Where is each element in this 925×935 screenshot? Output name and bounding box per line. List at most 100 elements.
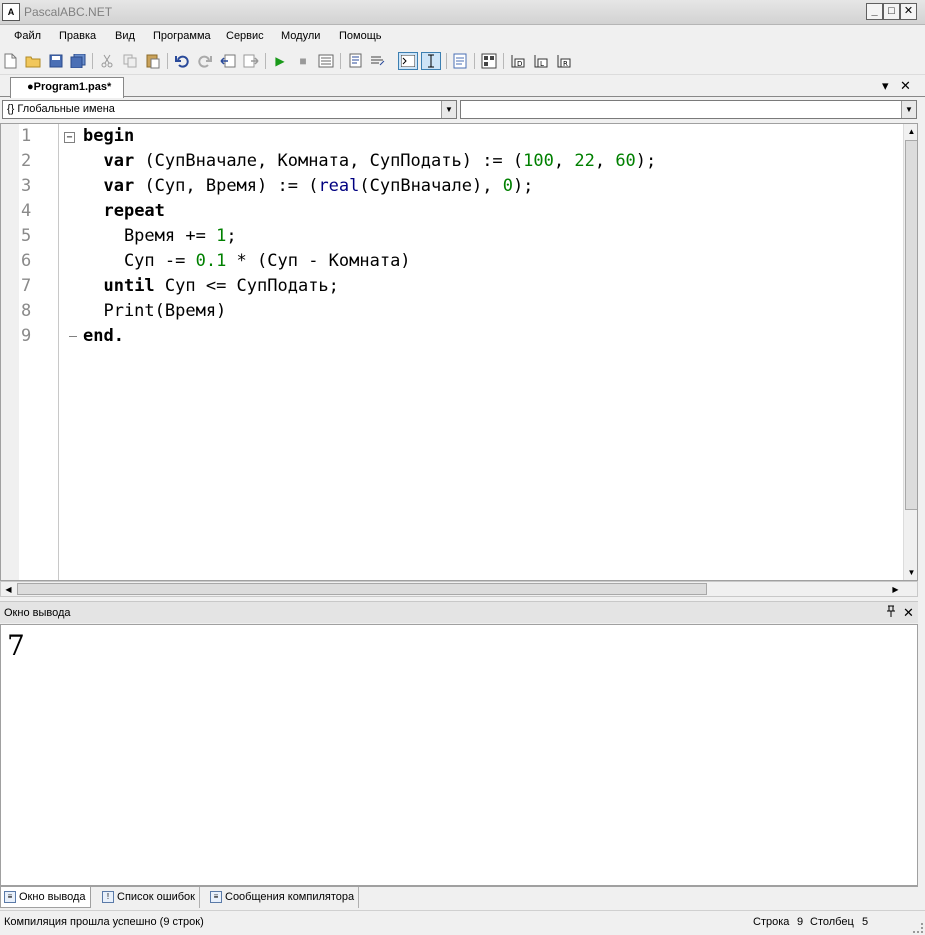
code-token: );	[512, 176, 534, 196]
menu-view[interactable]: Вид	[115, 30, 135, 42]
vertical-scroll-thumb[interactable]	[905, 140, 917, 510]
menu-service[interactable]: Сервис	[226, 30, 264, 42]
code-line[interactable]: 8 Print(Время)	[1, 299, 901, 324]
cut-icon[interactable]	[98, 52, 116, 70]
scroll-down-icon[interactable]: ▼	[904, 565, 917, 580]
scroll-right-icon[interactable]: ▶	[888, 582, 903, 597]
stop-icon[interactable]: ■	[294, 52, 312, 70]
save-icon[interactable]	[47, 52, 65, 70]
line-number: 2	[21, 151, 32, 171]
code-line[interactable]: 2 var (СупВначале, Комната, СупПодать) :…	[1, 149, 901, 174]
output-window[interactable]: 7	[0, 624, 918, 886]
minimize-button[interactable]: _	[866, 3, 883, 20]
svg-text:L: L	[540, 60, 544, 68]
window-title: PascalABC.NET	[24, 5, 113, 19]
maximize-button[interactable]: □	[883, 3, 900, 20]
output-window-icon: ≡	[4, 891, 16, 903]
code-token: Время +=	[83, 226, 217, 246]
save-all-icon[interactable]	[69, 52, 87, 70]
pascal-app-icon[interactable]: A	[2, 3, 20, 21]
undo-icon[interactable]	[173, 52, 191, 70]
code-line[interactable]: 3 var (Суп, Время) := (real(СупВначале),…	[1, 174, 901, 199]
pin-icon[interactable]	[886, 605, 896, 620]
navigate-forward-icon[interactable]	[242, 52, 260, 70]
resize-grip-icon[interactable]	[913, 923, 923, 933]
navigation-bar: {} Глобальные имена ▼ ▼	[0, 98, 925, 122]
code-text: end.	[83, 324, 124, 349]
compile-icon[interactable]	[317, 52, 335, 70]
new-file-icon[interactable]	[1, 52, 19, 70]
menu-edit[interactable]: Правка	[59, 30, 96, 42]
scroll-left-icon[interactable]: ◀	[1, 582, 16, 597]
menu-help[interactable]: Помощь	[339, 30, 382, 42]
number-token: 22	[574, 151, 595, 171]
keyword-token: until	[103, 276, 155, 296]
code-text: Время += 1;	[83, 224, 237, 249]
number-token: 100	[523, 151, 554, 171]
line-number: 5	[21, 226, 32, 246]
text-cursor-icon[interactable]	[421, 52, 441, 70]
document-tab-strip: ●Program1.pas* ▾ ✕	[0, 75, 925, 98]
paste-icon[interactable]	[144, 52, 162, 70]
row-value: 9	[797, 916, 804, 928]
close-window-button[interactable]: ✕	[900, 3, 917, 20]
step-run-icon[interactable]: R	[555, 52, 573, 70]
tab-compiler-messages[interactable]: ≡ Сообщения компилятора	[207, 887, 360, 908]
row-label: Строка	[753, 916, 790, 928]
horizontal-scroll-thumb[interactable]	[17, 583, 707, 595]
code-token: ,	[553, 151, 575, 171]
copy-icon[interactable]	[121, 52, 139, 70]
debug-icon[interactable]	[480, 52, 498, 70]
code-line[interactable]: 7 until Суп <= СупПодать;	[1, 274, 901, 299]
toolbar-separator	[503, 53, 504, 69]
title-bar: A PascalABC.NET _ □ ✕	[0, 0, 925, 25]
toolbar: ▶ ■ D L R	[0, 48, 925, 75]
line-number: 7	[21, 276, 32, 296]
tab-list-dropdown-icon[interactable]: ▾	[882, 78, 889, 94]
code-text: Print(Время)	[83, 299, 226, 324]
console-icon[interactable]	[398, 52, 418, 70]
run-icon[interactable]: ▶	[271, 52, 289, 70]
status-message: Компиляция прошла успешно (9 строк)	[4, 916, 204, 928]
open-icon[interactable]	[24, 52, 42, 70]
code-editor[interactable]: − 1 begin 2 var (СупВначале, Комната, СупП…	[0, 123, 918, 581]
svg-text:R: R	[563, 60, 568, 68]
navigate-back-icon[interactable]	[219, 52, 237, 70]
code-token: (СупВначале),	[359, 176, 503, 196]
chevron-down-icon[interactable]: ▼	[441, 101, 456, 118]
comment-icon[interactable]	[346, 52, 364, 70]
editor-vertical-scrollbar[interactable]: ▲ ▼	[903, 124, 917, 580]
code-line[interactable]: 6 Суп -= 0.1 * (Суп - Комната)	[1, 249, 901, 274]
close-tab-icon[interactable]: ✕	[900, 78, 911, 94]
tab-compiler-messages-label: Сообщения компилятора	[225, 891, 355, 903]
output-panel-title: Окно вывода	[4, 607, 71, 619]
code-token: Print(Время)	[83, 301, 227, 321]
step-over-icon[interactable]: D	[509, 52, 527, 70]
error-list-icon: !	[102, 891, 114, 903]
code-line[interactable]: 1 begin	[1, 124, 901, 149]
function-token: real	[318, 176, 360, 196]
member-combo[interactable]: ▼	[460, 100, 917, 119]
code-token: );	[635, 151, 657, 171]
code-line[interactable]: 4 repeat	[1, 199, 901, 224]
menu-program[interactable]: Программа	[153, 30, 211, 42]
menu-modules[interactable]: Модули	[281, 30, 320, 42]
format-icon[interactable]	[451, 52, 469, 70]
menu-file[interactable]: Файл	[14, 30, 41, 42]
scroll-up-icon[interactable]: ▲	[904, 124, 917, 139]
redo-icon[interactable]	[196, 52, 214, 70]
code-text: until Суп <= СупПодать;	[83, 274, 338, 299]
tab-program1[interactable]: ●Program1.pas*	[10, 77, 124, 98]
tab-output-window[interactable]: ≡ Окно вывода	[0, 887, 91, 908]
close-panel-icon[interactable]: ✕	[903, 605, 914, 621]
scope-combo[interactable]: {} Глобальные имена ▼	[2, 100, 457, 119]
step-into-icon[interactable]: L	[532, 52, 550, 70]
tab-error-list[interactable]: ! Список ошибок	[99, 887, 200, 908]
line-number: 6	[21, 251, 32, 271]
chevron-down-icon[interactable]: ▼	[901, 101, 916, 118]
editor-horizontal-scrollbar[interactable]: ◀ ▶	[0, 581, 918, 597]
code-line[interactable]: 5 Время += 1;	[1, 224, 901, 249]
code-token: (СупВначале, Комната, СупПодать) := (	[134, 151, 524, 171]
code-line[interactable]: 9 end.	[1, 324, 901, 349]
uncomment-icon[interactable]	[369, 52, 387, 70]
